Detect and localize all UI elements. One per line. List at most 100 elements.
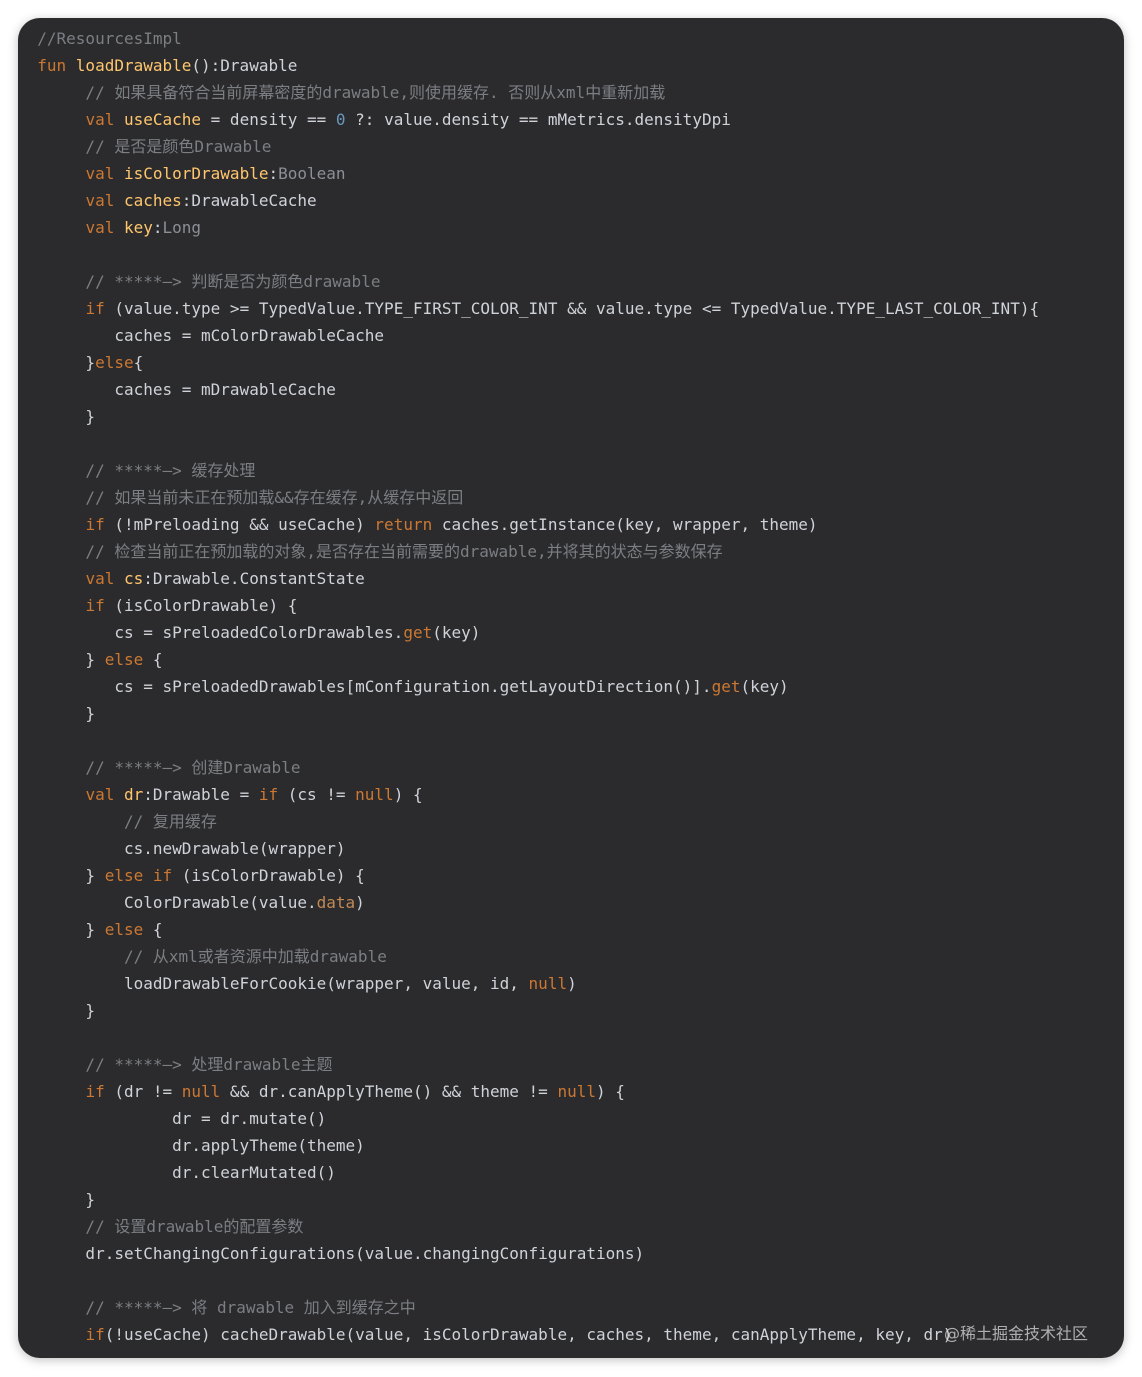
code-token: caches — [123, 191, 182, 210]
code-token: ColorDrawable(value. — [37, 893, 317, 912]
code-line: } — [18, 403, 1039, 430]
code-line: // 检查当前正在预加载的对象,是否存在当前需要的drawable,并将其的状态… — [18, 538, 1039, 565]
code-line: caches = mColorDrawableCache — [18, 322, 1039, 349]
code-line: if (!mPreloading && useCache) return cac… — [18, 511, 1039, 538]
code-line: // 如果具备符合当前屏幕密度的drawable,则使用缓存. 否则从xml中重… — [18, 79, 1039, 106]
code-token: { — [133, 353, 144, 372]
code-token: get — [711, 677, 741, 696]
code-line: if (dr != null && dr.canApplyTheme() && … — [18, 1078, 1039, 1105]
code-token: : — [152, 218, 163, 237]
code-line: //ResourcesImpl — [18, 25, 1039, 52]
code-token: Boolean — [278, 164, 346, 183]
code-token: :DrawableCache — [181, 191, 317, 210]
code-token: (isColorDrawable) { — [172, 866, 365, 885]
code-token: (key) — [432, 623, 481, 642]
code-comment: // *****—> 将 drawable 加入到缓存之中 — [37, 1298, 416, 1317]
code-token: : — [268, 164, 279, 183]
code-token: if — [85, 515, 105, 534]
code-token: (!mPreloading && useCache) — [104, 515, 375, 534]
code-line: caches = mDrawableCache — [18, 376, 1039, 403]
code-line: val cs:Drawable.ConstantState — [18, 565, 1039, 592]
code-line: // 如果当前未正在预加载&&存在缓存,从缓存中返回 — [18, 484, 1039, 511]
code-token: } — [37, 1001, 96, 1020]
code-line: } — [18, 700, 1039, 727]
code-line: if (value.type >= TypedValue.TYPE_FIRST_… — [18, 295, 1039, 322]
code-token: null — [355, 785, 394, 804]
code-token: } — [37, 1190, 96, 1209]
code-token: (dr != — [104, 1082, 182, 1101]
code-token: ) { — [393, 785, 423, 804]
code-line: cs = sPreloadedColorDrawables.get(key) — [18, 619, 1039, 646]
code-line: cs.newDrawable(wrapper) — [18, 835, 1039, 862]
code-token: val — [85, 164, 124, 183]
code-token: dr.clearMutated() — [37, 1163, 336, 1182]
code-token: useCache — [123, 110, 202, 129]
code-line: dr.setChangingConfigurations(value.chang… — [18, 1240, 1039, 1267]
code-comment: // 如果具备符合当前屏幕密度的drawable,则使用缓存. 否则从xml中重… — [37, 83, 666, 102]
code-line: cs = sPreloadedDrawables[mConfiguration.… — [18, 673, 1039, 700]
code-token: caches = mColorDrawableCache — [37, 326, 385, 345]
code-line: } — [18, 1186, 1039, 1213]
code-token: ) — [355, 893, 365, 912]
code-token: val — [85, 110, 124, 129]
code-token: } — [37, 650, 105, 669]
code-token: dr = dr.mutate() — [37, 1109, 327, 1128]
code-token: fun — [37, 56, 76, 75]
code-token: cs — [123, 569, 144, 588]
code-token: key — [123, 218, 153, 237]
code-token: if — [85, 596, 105, 615]
code-token: return — [374, 515, 433, 534]
code-token: else — [104, 920, 144, 939]
code-token: (key) — [740, 677, 789, 696]
code-token: 0 — [335, 110, 346, 129]
code-line: ColorDrawable(value.data) — [18, 889, 1039, 916]
code-token: dr — [123, 785, 144, 804]
code-line: // 设置drawable的配置参数 — [18, 1213, 1039, 1240]
code-token: } — [37, 353, 96, 372]
code-comment: // *****—> 处理drawable主题 — [37, 1055, 333, 1074]
code-token: val — [85, 785, 124, 804]
code-token: data — [316, 893, 356, 912]
code-token: :Drawable = — [143, 785, 259, 804]
code-line: fun loadDrawable():Drawable — [18, 52, 1039, 79]
code-comment: // 复用缓存 — [37, 812, 217, 831]
code-token: if — [85, 1082, 105, 1101]
code-line: // 从xml或者资源中加载drawable — [18, 943, 1039, 970]
code-token: null — [528, 974, 568, 993]
code-line: } else { — [18, 646, 1039, 673]
code-token: if — [85, 299, 105, 318]
code-token: (cs != — [278, 785, 356, 804]
code-comment: // 是否是颜色Drawable — [37, 137, 272, 156]
code-comment: // *****—> 缓存处理 — [37, 461, 256, 480]
code-token: && dr.canApplyTheme() && theme != — [220, 1082, 558, 1101]
code-token: cs = sPreloadedColorDrawables. — [37, 623, 404, 642]
code-token: null — [181, 1082, 221, 1101]
code-token: null — [557, 1082, 596, 1101]
code-line: } else if (isColorDrawable) { — [18, 862, 1039, 889]
code-line: } else { — [18, 916, 1039, 943]
code-token: else — [95, 353, 134, 372]
code-token: dr.setChangingConfigurations(value.chang… — [37, 1244, 645, 1263]
code-line: // 复用缓存 — [18, 808, 1039, 835]
code-token: ) — [567, 974, 577, 993]
code-token: get — [403, 623, 433, 642]
code-line: // *****—> 创建Drawable — [18, 754, 1039, 781]
code-token: { — [143, 650, 163, 669]
code-token: val — [85, 569, 124, 588]
code-token: else — [104, 650, 144, 669]
code-line: // 是否是颜色Drawable — [18, 133, 1039, 160]
code-token: } — [37, 407, 96, 426]
code-token: :Drawable.ConstantState — [143, 569, 365, 588]
code-line: // *****—> 缓存处理 — [18, 457, 1039, 484]
code-token: else if — [104, 866, 173, 885]
code-line: val useCache = density == 0 ?: value.den… — [18, 106, 1039, 133]
